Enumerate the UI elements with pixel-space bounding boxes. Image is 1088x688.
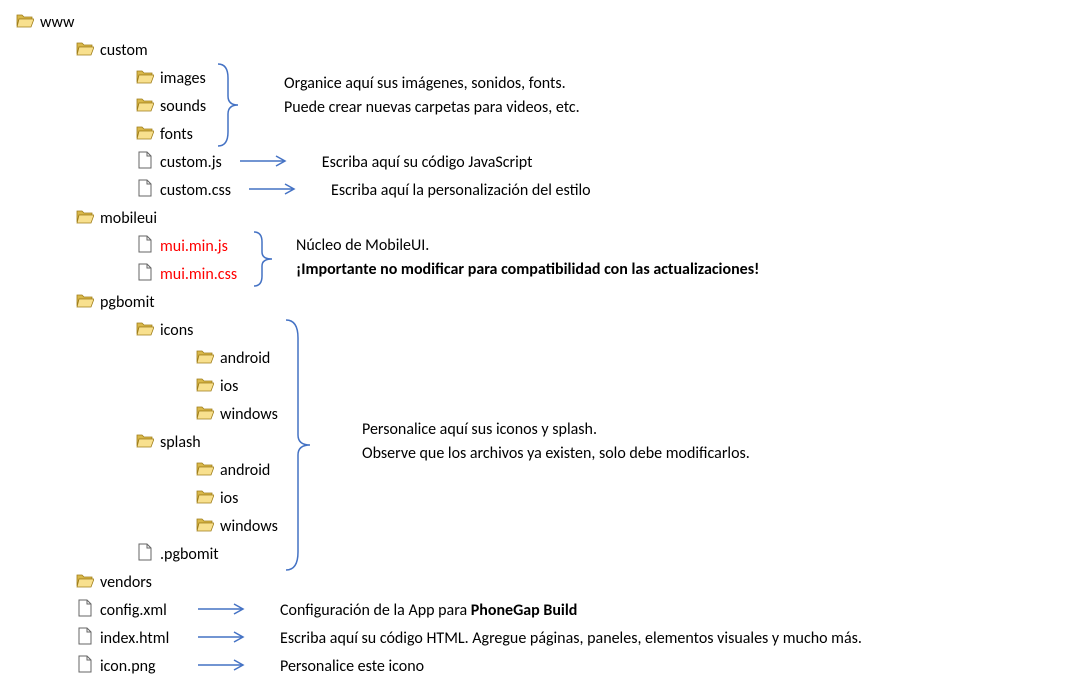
folder-open-icon [76, 207, 94, 230]
note-pgbomit: Personalice aquí sus iconos y splash. Ob… [362, 418, 750, 466]
folder-open-icon [196, 347, 214, 370]
file-icon [136, 179, 154, 202]
label-icons-windows: windows [220, 405, 278, 424]
label-mui-css: mui.min.css [160, 265, 237, 284]
file-icon [136, 263, 154, 286]
label-icons: icons [160, 321, 193, 340]
label-splash-windows: windows [220, 517, 278, 536]
note-index-html: Escriba aquí su código HTML. Agregue pág… [280, 629, 862, 648]
note-custom-line1: Organice aquí sus imágenes, sonidos, fon… [284, 72, 580, 96]
brace-icon [284, 318, 312, 572]
label-images: images [160, 69, 206, 88]
label-mui-js: mui.min.js [160, 237, 228, 256]
folder-open-icon [196, 375, 214, 398]
folder-open-icon [136, 95, 154, 118]
tree-row-splash-ios[interactable]: ios [16, 484, 1072, 512]
note-pg-line1: Personalice aquí sus iconos y splash. [362, 418, 750, 442]
file-icon [136, 543, 154, 566]
tree-row-pgbomit-file[interactable]: .pgbomit [16, 540, 1072, 568]
label-custom-js: custom.js [160, 153, 222, 172]
file-icon [136, 235, 154, 258]
tree-row-icon-png[interactable]: icon.png Personalice este icono [16, 652, 1072, 680]
tree-row-vendors[interactable]: vendors [16, 568, 1072, 596]
file-icon [136, 151, 154, 174]
label-www: www [40, 13, 74, 32]
label-mobileui: mobileui [100, 209, 157, 228]
file-icon [76, 655, 94, 678]
label-splash: splash [160, 433, 201, 452]
tree-row-icons-android[interactable]: android [16, 344, 1072, 372]
note-mui-line2: ¡Importante no modificar para compatibil… [296, 258, 759, 282]
folder-open-icon [196, 515, 214, 538]
tree-row-config-xml[interactable]: config.xml Configuración de la App para … [16, 596, 1072, 624]
tree-row-mobileui[interactable]: mobileui [16, 204, 1072, 232]
label-splash-ios: ios [220, 489, 238, 508]
note-config-xml: Configuración de la App para PhoneGap Bu… [280, 601, 577, 620]
note-pg-line2: Observe que los archivos ya existen, sol… [362, 442, 750, 466]
folder-open-icon [196, 403, 214, 426]
label-pgbomit-file: .pgbomit [160, 545, 219, 564]
label-sounds: sounds [160, 97, 206, 116]
tree-row-custom-css[interactable]: custom.css Escriba aquí la personalizaci… [16, 176, 1072, 204]
folder-open-icon [136, 319, 154, 342]
arrow-icon [198, 601, 246, 620]
file-icon [76, 627, 94, 650]
label-splash-android: android [220, 461, 270, 480]
arrow-icon [198, 657, 246, 676]
note-config-bold: PhoneGap Build [471, 601, 578, 620]
note-custom-folders: Organice aquí sus imágenes, sonidos, fon… [284, 72, 580, 120]
folder-open-icon [196, 459, 214, 482]
label-config-xml: config.xml [100, 601, 180, 620]
tree-row-www[interactable]: www [16, 8, 1072, 36]
folder-open-icon [16, 11, 34, 34]
arrow-icon [198, 629, 246, 648]
folder-open-icon [136, 123, 154, 146]
folder-open-icon [76, 39, 94, 62]
folder-open-icon [196, 487, 214, 510]
tree-row-icons[interactable]: icons [16, 316, 1072, 344]
brace-icon [216, 62, 240, 148]
arrow-icon [240, 153, 288, 172]
folder-open-icon [76, 571, 94, 594]
note-config-prefix: Configuración de la App para [280, 601, 471, 620]
note-mui-line1: Núcleo de MobileUI. [296, 234, 759, 258]
note-custom-js: Escriba aquí su código JavaScript [322, 153, 533, 172]
file-icon [76, 599, 94, 622]
label-custom-css: custom.css [160, 181, 231, 200]
note-custom-css: Escriba aquí la personalización del esti… [331, 181, 591, 200]
tree-row-custom-js[interactable]: custom.js Escriba aquí su código JavaScr… [16, 148, 1072, 176]
label-vendors: vendors [100, 573, 152, 592]
tree-row-splash-windows[interactable]: windows [16, 512, 1072, 540]
arrow-icon [249, 181, 297, 200]
label-icons-android: android [220, 349, 270, 368]
folder-open-icon [76, 291, 94, 314]
tree-row-icons-ios[interactable]: ios [16, 372, 1072, 400]
label-icon-png: icon.png [100, 657, 180, 676]
tree-row-custom[interactable]: custom [16, 36, 1072, 64]
tree-row-pgbomit[interactable]: pgbomit [16, 288, 1072, 316]
note-custom-line2: Puede crear nuevas carpetas para videos,… [284, 96, 580, 120]
tree-row-fonts[interactable]: fonts [16, 120, 1072, 148]
folder-open-icon [136, 67, 154, 90]
label-index-html: index.html [100, 629, 180, 648]
note-icon-png: Personalice este icono [280, 657, 424, 676]
label-icons-ios: ios [220, 377, 238, 396]
label-custom: custom [100, 41, 148, 60]
folder-open-icon [136, 431, 154, 454]
tree-row-index-html[interactable]: index.html Escriba aquí su código HTML. … [16, 624, 1072, 652]
note-mui: Núcleo de MobileUI. ¡Importante no modif… [296, 234, 759, 282]
brace-icon [252, 230, 274, 288]
label-pgbomit: pgbomit [100, 293, 155, 312]
label-fonts: fonts [160, 125, 193, 144]
